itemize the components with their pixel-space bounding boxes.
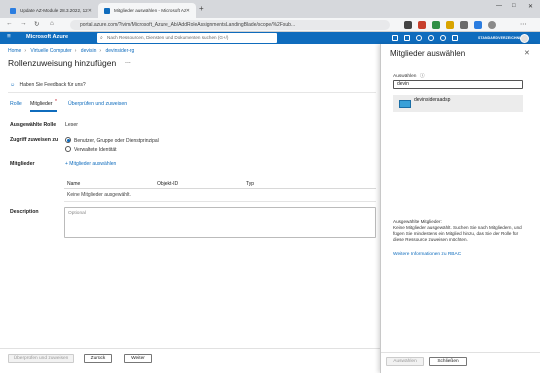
feedback-text: Haben Sie Feedback für uns? — [19, 82, 86, 88]
azure-favicon-icon — [104, 7, 110, 14]
tab-label: Mitglieder auswählen - Microsoft Az... — [114, 8, 186, 13]
tab-label: Update AZ-Module 28.3.2022, 12:37 - 1... — [20, 8, 88, 13]
access-label: Zugriff zuweisen zu — [10, 137, 59, 143]
maximize-button[interactable]: □ — [512, 3, 516, 9]
description-textarea[interactable]: Optional — [64, 207, 376, 238]
selected-members-text: Keine Mitglieder ausgewählt. Suchen Sie … — [393, 224, 522, 242]
browser-tab-inactive[interactable]: Update AZ-Module 28.3.2022, 12:37 - 1...… — [4, 3, 98, 18]
close-tab-icon[interactable]: ✕ — [186, 8, 190, 14]
radio-user-group[interactable] — [65, 137, 71, 143]
tab-review[interactable]: Überprüfen und zuweisen — [68, 101, 127, 107]
panel-title: Mitglieder auswählen — [390, 49, 466, 58]
radio-managed-identity[interactable] — [65, 146, 71, 152]
close-icon[interactable]: ✕ — [524, 49, 530, 57]
table-bottom-line — [64, 201, 376, 202]
user-avatar[interactable] — [520, 34, 529, 43]
breadcrumb-rg[interactable]: devinsider-rg — [105, 48, 134, 54]
breadcrumb-home[interactable]: Home — [8, 48, 21, 54]
reload-icon[interactable]: ↻ — [34, 20, 39, 28]
select-label: Auswählen ⓘ — [393, 74, 425, 79]
description-placeholder: Optional — [68, 211, 86, 216]
extension-icon[interactable] — [432, 21, 440, 29]
rbac-learn-more-link[interactable]: Weitere Informationen zu RBAC — [393, 252, 461, 257]
member-search-input[interactable]: devin — [393, 80, 523, 89]
info-icon: ⓘ — [419, 74, 425, 79]
breadcrumb-vms[interactable]: Virtuelle Computer — [30, 48, 71, 54]
extension-icon[interactable] — [446, 21, 454, 29]
feedback-icon[interactable] — [452, 35, 458, 41]
close-tab-icon[interactable]: ✕ — [88, 8, 92, 14]
close-button[interactable]: Schließen — [429, 357, 467, 366]
notifications-icon[interactable] — [416, 35, 422, 41]
new-tab-button[interactable]: + — [199, 4, 204, 13]
table-header-line — [64, 188, 376, 189]
panel-footer-divider — [381, 352, 540, 353]
description-label: Description — [10, 209, 39, 215]
col-type: Typ — [246, 181, 255, 187]
next-button[interactable]: Weiter — [124, 354, 152, 363]
azure-search-input[interactable]: ⌕ Nach Ressourcen, Diensten und Dokument… — [97, 33, 277, 43]
app-icon — [399, 100, 411, 108]
col-name: Name — [67, 181, 81, 187]
selected-role-label: Ausgewählte Rolle — [10, 122, 57, 128]
browser-menu-icon[interactable]: ⋯ — [520, 20, 527, 28]
hamburger-menu-icon[interactable]: ≡ — [7, 33, 11, 40]
radio-user-group-label: Benutzer, Gruppe oder Dienstprinzipal — [74, 137, 159, 144]
close-window-button[interactable]: ✕ — [528, 3, 533, 10]
minimize-button[interactable]: — — [496, 3, 502, 9]
search-placeholder: Nach Ressourcen, Diensten und Dokumenten… — [107, 35, 229, 40]
footer-divider — [0, 348, 380, 349]
extension-icon[interactable] — [474, 21, 482, 29]
home-icon[interactable]: ⌂ — [50, 20, 54, 27]
search-result-item[interactable] — [393, 95, 523, 112]
url-field[interactable]: portal.azure.com/?ivim/Microsoft_Azure_A… — [70, 20, 390, 30]
back-button[interactable]: Zurück — [84, 354, 112, 363]
browser-tab-active[interactable]: Mitglieder auswählen - Microsoft Az... ✕ — [98, 3, 196, 18]
more-options-button[interactable]: ... — [125, 58, 131, 65]
settings-icon[interactable] — [428, 35, 434, 41]
cloud-shell-icon[interactable] — [392, 35, 398, 41]
help-icon[interactable] — [440, 35, 446, 41]
extension-icon[interactable] — [404, 21, 412, 29]
active-tab-indicator — [30, 110, 57, 112]
selected-members-info: Ausgewählte Mitglieder: Keine Mitglieder… — [393, 219, 529, 243]
profile-icon[interactable] — [488, 21, 496, 29]
radio-managed-identity-label: Verwaltete Identität — [74, 146, 117, 153]
page-title: Rollenzuweisung hinzufügen — [8, 58, 117, 68]
breadcrumb: Home › Virtuelle Computer › devisin › devin… — [8, 48, 135, 54]
back-icon[interactable]: ← — [6, 20, 13, 27]
directory-label[interactable]: STANDARDVERZEICHNIS — [478, 36, 523, 40]
url-text: portal.azure.com/?ivim/Microsoft_Azure_A… — [80, 22, 296, 28]
table-empty-message: Keine Mitglieder ausgewählt. — [67, 192, 131, 198]
azure-brand[interactable]: Microsoft Azure — [26, 34, 68, 40]
add-members-link[interactable]: + Mitglieder auswählen — [65, 161, 116, 167]
member-search-value: devin — [397, 81, 409, 87]
selected-role-value: Leser — [65, 122, 78, 128]
select-button[interactable]: Auswählen — [386, 357, 424, 366]
extension-icon[interactable] — [460, 21, 468, 29]
breadcrumb-vm[interactable]: devisin — [81, 48, 97, 54]
edge-favicon-icon — [10, 7, 16, 14]
feedback-icon: ☺ — [10, 82, 16, 88]
members-label: Mitglieder — [10, 161, 35, 167]
forward-icon[interactable]: → — [20, 20, 27, 27]
select-members-panel — [380, 44, 540, 373]
review-assign-button[interactable]: Überprüfen und zuweisen — [8, 354, 74, 363]
search-icon: ⌕ — [100, 35, 103, 41]
extension-icon[interactable] — [418, 21, 426, 29]
tab-rolle[interactable]: Rolle — [10, 101, 22, 107]
divider — [8, 92, 376, 93]
col-object-id: Objekt-ID — [157, 181, 179, 187]
feedback-link[interactable]: ☺ Haben Sie Feedback für uns? — [10, 82, 86, 88]
required-marker: * — [55, 99, 57, 105]
search-result-name: devinsideraadsp — [414, 97, 451, 103]
tab-mitglieder[interactable]: Mitglieder — [30, 101, 53, 107]
directory-icon[interactable] — [404, 35, 410, 41]
